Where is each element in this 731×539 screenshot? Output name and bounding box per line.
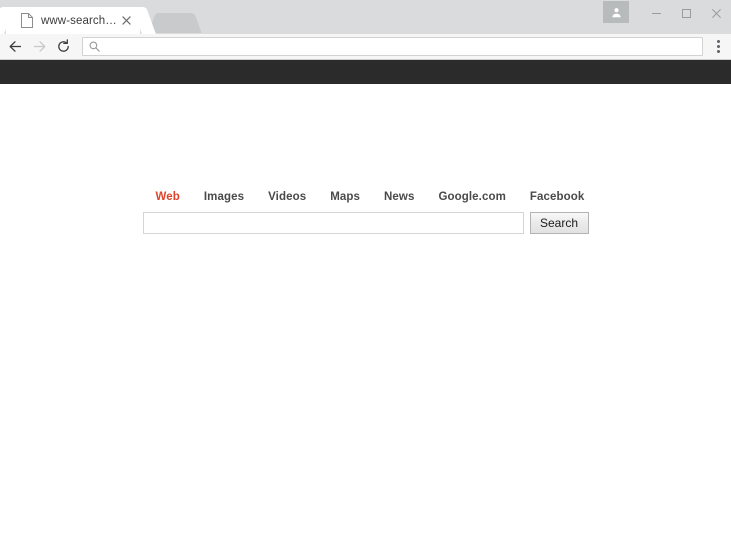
menu-dot bbox=[716, 40, 720, 43]
site-top-bar bbox=[0, 60, 731, 84]
search-container: Web Images Videos Maps News Google.com F… bbox=[142, 191, 589, 234]
browser-toolbar bbox=[0, 34, 731, 60]
maximize-button[interactable] bbox=[671, 0, 701, 26]
address-bar[interactable] bbox=[82, 37, 703, 56]
nav-link-maps[interactable]: Maps bbox=[330, 191, 360, 203]
menu-dot bbox=[716, 50, 720, 53]
nav-link-videos[interactable]: Videos bbox=[268, 191, 306, 203]
back-arrow-icon[interactable] bbox=[3, 35, 27, 59]
tab-strip: www-searches.net bbox=[0, 0, 731, 34]
reload-icon[interactable] bbox=[51, 35, 75, 59]
nav-link-facebook[interactable]: Facebook bbox=[530, 191, 584, 203]
nav-link-news[interactable]: News bbox=[384, 191, 414, 203]
nav-link-web[interactable]: Web bbox=[156, 191, 180, 203]
search-portal: Web Images Videos Maps News Google.com F… bbox=[0, 84, 731, 234]
three-dot-menu-icon[interactable] bbox=[709, 35, 727, 59]
search-icon bbox=[89, 41, 100, 52]
new-tab-button[interactable] bbox=[160, 13, 190, 33]
close-icon[interactable] bbox=[118, 13, 134, 29]
tab-title: www-searches.net bbox=[41, 14, 118, 27]
page-icon bbox=[20, 13, 34, 28]
menu-dot bbox=[716, 45, 720, 48]
page-viewport: Web Images Videos Maps News Google.com F… bbox=[0, 60, 731, 539]
browser-window: www-searches.net bbox=[0, 0, 731, 539]
category-nav: Web Images Videos Maps News Google.com F… bbox=[143, 191, 589, 203]
search-bar: Search bbox=[142, 212, 589, 234]
search-input[interactable] bbox=[142, 212, 524, 234]
nav-link-google-com[interactable]: Google.com bbox=[438, 191, 505, 203]
forward-arrow-icon bbox=[27, 35, 51, 59]
search-button[interactable]: Search bbox=[529, 212, 589, 234]
browser-tab[interactable]: www-searches.net bbox=[6, 7, 140, 34]
window-controls bbox=[603, 0, 731, 26]
person-icon[interactable] bbox=[603, 1, 629, 23]
minimize-button[interactable] bbox=[641, 0, 671, 26]
close-window-button[interactable] bbox=[701, 0, 731, 26]
nav-link-images[interactable]: Images bbox=[204, 191, 244, 203]
